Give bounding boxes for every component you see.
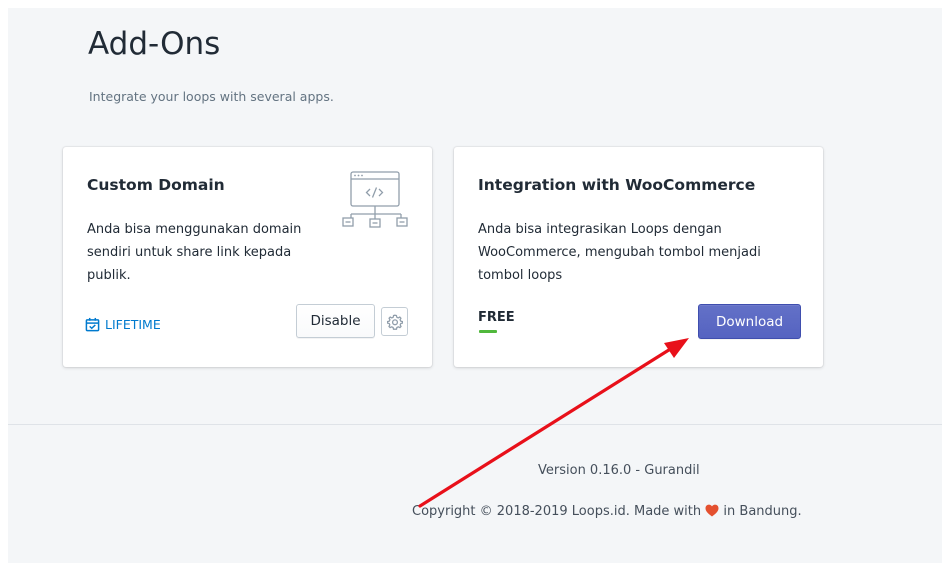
page-title: Add-Ons — [88, 26, 221, 62]
download-button[interactable]: Download — [698, 304, 801, 339]
disable-button[interactable]: Disable — [296, 304, 375, 338]
lifetime-badge: LIFETIME — [85, 317, 161, 332]
card-title: Custom Domain — [87, 176, 225, 194]
addon-card-woocommerce: Integration with WooCommerce Anda bisa i… — [454, 147, 823, 367]
page-container: Add-Ons Integrate your loops with severa… — [8, 8, 942, 563]
card-description: Anda bisa menggunakan domain sendiri unt… — [87, 222, 302, 283]
heart-icon — [705, 504, 719, 517]
page-subtitle: Integrate your loops with several apps. — [89, 89, 334, 104]
calendar-check-icon — [85, 317, 100, 332]
copyright-text: Copyright © 2018-2019 Loops.id. Made wit… — [412, 504, 702, 519]
addon-card-custom-domain: Custom Domain Anda bisa menggunakan doma… — [63, 147, 432, 367]
settings-button[interactable] — [381, 307, 408, 336]
card-description: Anda bisa integrasikan Loops dengan WooC… — [478, 222, 761, 283]
lifetime-label: LIFETIME — [105, 317, 161, 332]
footer-copyright: Copyright © 2018-2019 Loops.id. Made wit… — [412, 504, 802, 519]
code-sitemap-icon — [342, 171, 408, 228]
price-underline — [479, 330, 497, 333]
copyright-location: in Bandung. — [723, 504, 802, 519]
price-label: FREE — [478, 310, 515, 325]
gear-icon — [386, 314, 403, 330]
footer-version: Version 0.16.0 - Gurandil — [538, 463, 700, 478]
footer-divider — [8, 424, 942, 425]
card-title: Integration with WooCommerce — [478, 176, 756, 194]
